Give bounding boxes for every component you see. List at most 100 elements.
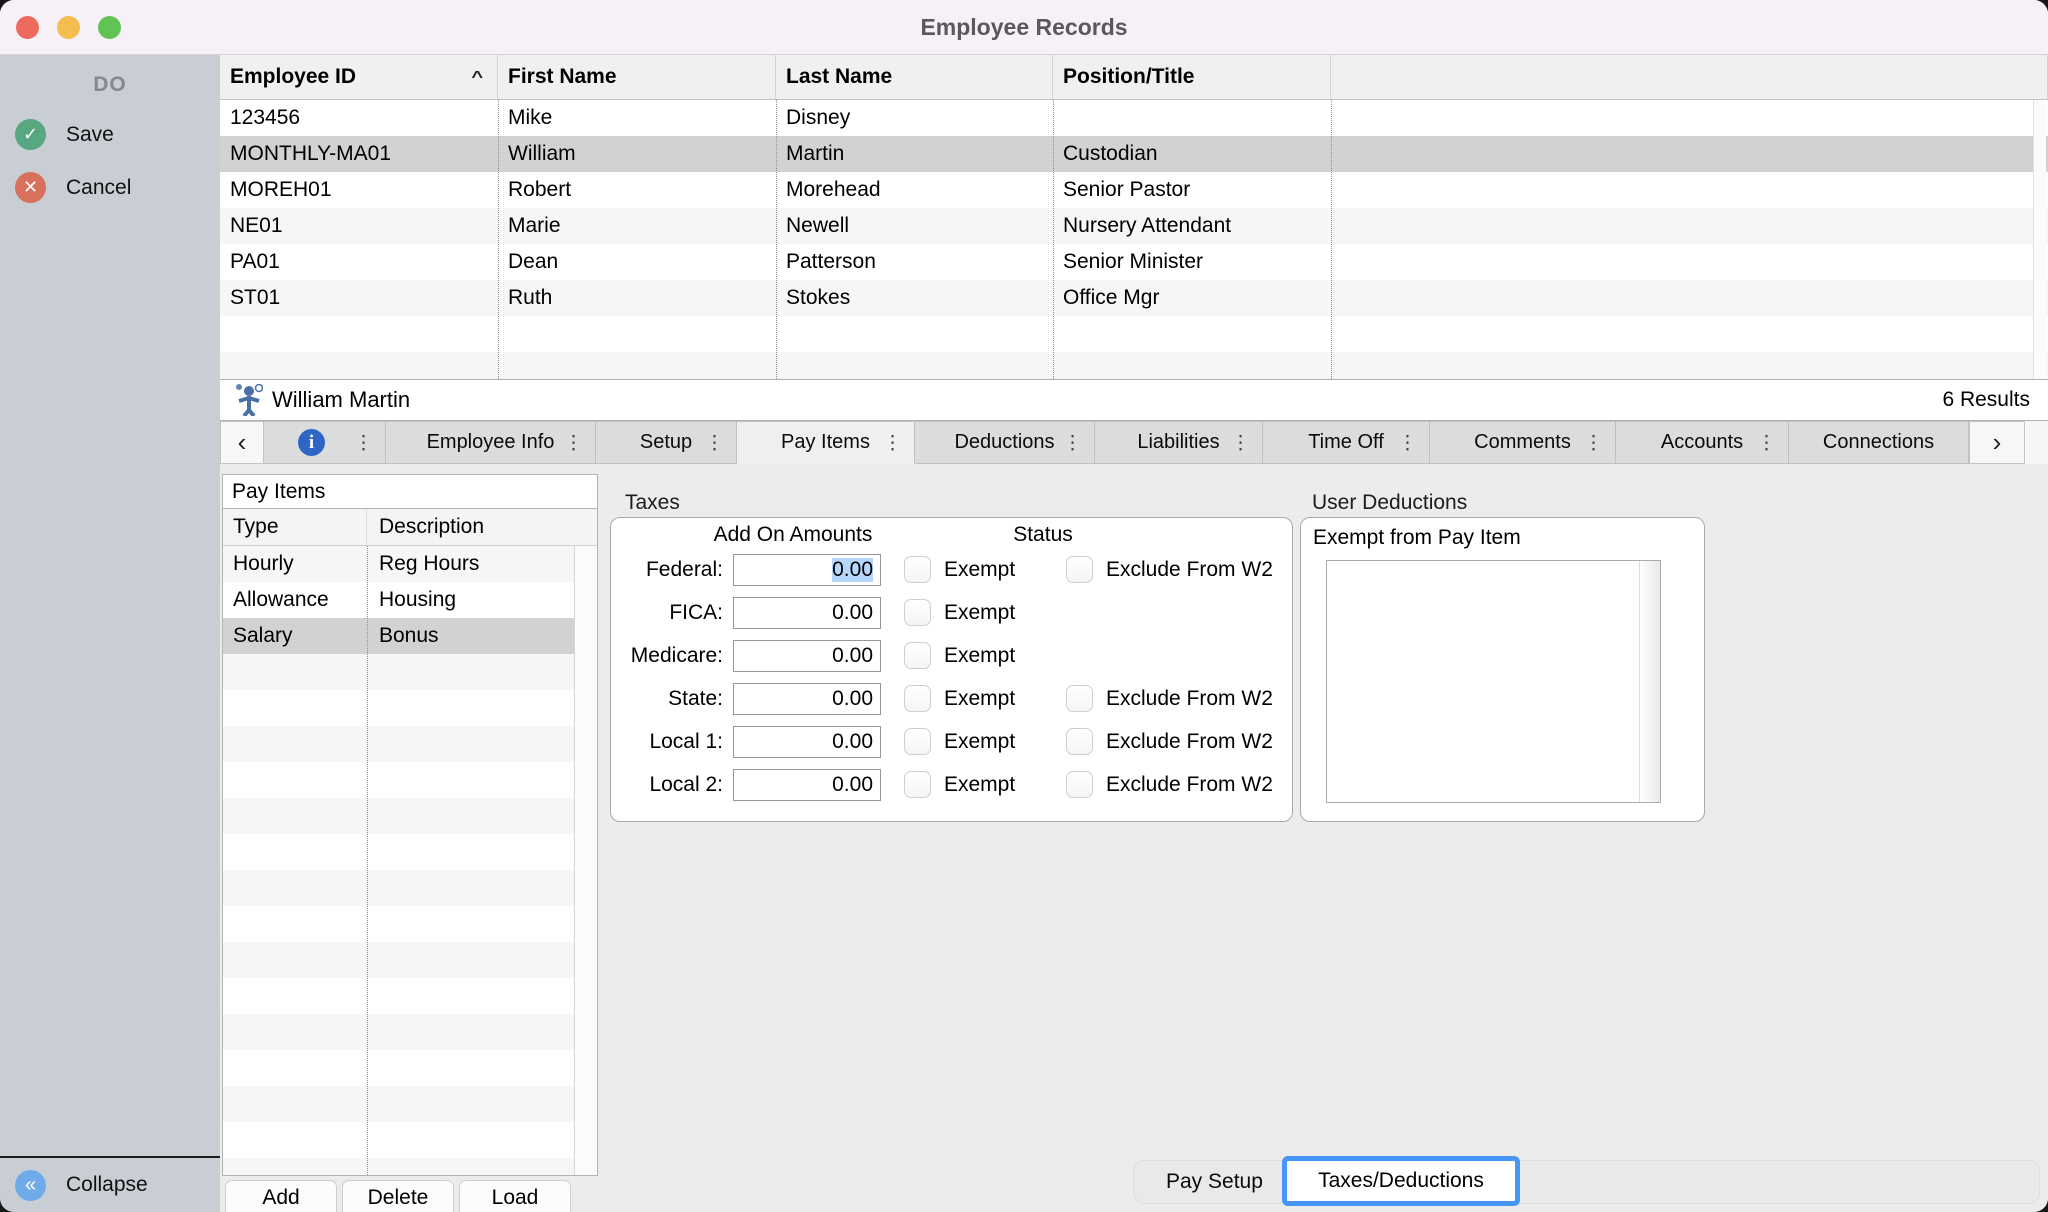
save-button[interactable]: ✓ Save bbox=[15, 119, 220, 150]
cell-description: Bonus bbox=[367, 618, 575, 654]
pay-item-row[interactable]: Allowance Housing bbox=[223, 582, 575, 618]
exempt-label: Exempt bbox=[944, 730, 1040, 754]
tab[interactable]: Setup ⋮ bbox=[596, 421, 737, 464]
exclude-from-w2-checkbox[interactable] bbox=[1066, 685, 1093, 712]
exempt-checkbox[interactable] bbox=[904, 599, 931, 626]
pay-item-action-button[interactable]: Delete bbox=[342, 1180, 454, 1212]
tab-menu-dots-icon[interactable]: ⋮ bbox=[1231, 431, 1250, 454]
employee-table-scrollbar[interactable] bbox=[2033, 100, 2046, 379]
cell-position-title: Custodian bbox=[1053, 136, 1331, 172]
tab[interactable]: Time Off ⋮ bbox=[1263, 421, 1430, 464]
tab-menu-dots-icon[interactable]: ⋮ bbox=[705, 431, 724, 454]
employee-row[interactable]: 123456 Mike Disney bbox=[220, 100, 2048, 136]
pay-item-action-button[interactable]: Add bbox=[225, 1180, 337, 1212]
amount-value: 0.00 bbox=[832, 601, 873, 625]
cell-first-name: Ruth bbox=[498, 280, 776, 316]
column-header-last-name[interactable]: Last Name bbox=[776, 55, 1053, 99]
cell-last-name: Patterson bbox=[776, 244, 1053, 280]
tab-info[interactable]: i ⋮ bbox=[264, 421, 386, 464]
results-count: 6 Results bbox=[1942, 388, 2030, 412]
window-title: Employee Records bbox=[0, 0, 2048, 54]
employee-row[interactable]: PA01 Dean Patterson Senior Minister bbox=[220, 244, 2048, 280]
employee-row[interactable]: MONTHLY-MA01 William Martin Custodian bbox=[220, 136, 2048, 172]
tax-name-label: Local 1: bbox=[611, 730, 723, 754]
add-on-amount-input[interactable]: 0.00 bbox=[733, 683, 881, 715]
cell-last-name: Stokes bbox=[776, 280, 1053, 316]
tab-menu-dots-icon[interactable]: ⋮ bbox=[354, 431, 373, 454]
collapse-label: Collapse bbox=[66, 1173, 148, 1197]
employee-row[interactable]: ST01 Ruth Stokes Office Mgr bbox=[220, 280, 2048, 316]
exempt-label: Exempt bbox=[944, 558, 1040, 582]
taxes-deductions-button[interactable]: Taxes/Deductions bbox=[1282, 1156, 1520, 1206]
exempt-checkbox[interactable] bbox=[904, 556, 931, 583]
add-on-amount-input[interactable]: 0.00 bbox=[733, 554, 881, 586]
pay-item-action-button[interactable]: Load bbox=[459, 1180, 571, 1212]
pay-items-tab-content: Pay Items Type Description Hourly Reg Ho… bbox=[220, 464, 2048, 1212]
column-header-employee-id[interactable]: Employee ID ^ bbox=[220, 55, 498, 99]
taxes-section-label: Taxes bbox=[625, 491, 680, 515]
exempt-label: Exempt bbox=[944, 773, 1040, 797]
pay-items-header: Type Description bbox=[223, 509, 597, 546]
pay-item-row[interactable]: Salary Bonus bbox=[223, 618, 575, 654]
tab[interactable]: Comments ⋮ bbox=[1430, 421, 1616, 464]
tax-rows: Federal: 0.00 Exempt Exclude From W2 FIC… bbox=[611, 548, 1292, 806]
tab-menu-dots-icon[interactable]: ⋮ bbox=[1063, 431, 1082, 454]
tax-row: State: 0.00 Exempt Exclude From W2 bbox=[611, 677, 1292, 720]
cell-employee-id: PA01 bbox=[220, 244, 498, 280]
tab-label: Deductions bbox=[954, 431, 1054, 454]
tab[interactable]: Accounts ⋮ bbox=[1616, 421, 1789, 464]
add-on-amount-input[interactable]: 0.00 bbox=[733, 769, 881, 801]
tab-strip: ‹ i ⋮ Employee Info ⋮ Setup ⋮ Pay Items … bbox=[220, 421, 2048, 464]
tabs-scroll-left-button[interactable]: ‹ bbox=[220, 421, 264, 464]
tab-menu-dots-icon[interactable]: ⋮ bbox=[883, 431, 902, 454]
cell-first-name: Robert bbox=[498, 172, 776, 208]
exempt-checkbox[interactable] bbox=[904, 771, 931, 798]
tab-menu-dots-icon[interactable]: ⋮ bbox=[1584, 431, 1603, 454]
tab-menu-dots-icon[interactable]: ⋮ bbox=[1398, 431, 1417, 454]
list-scrollbar[interactable] bbox=[1639, 561, 1660, 802]
tax-name-label: FICA: bbox=[611, 601, 723, 625]
collapse-button[interactable]: « Collapse bbox=[15, 1170, 148, 1201]
employee-row[interactable]: MOREH01 Robert Morehead Senior Pastor bbox=[220, 172, 2048, 208]
pay-setup-button[interactable]: Pay Setup bbox=[1166, 1170, 1263, 1194]
exclude-from-w2-checkbox[interactable] bbox=[1066, 728, 1093, 755]
tab[interactable]: Deductions ⋮ bbox=[915, 421, 1095, 464]
column-header-position-title[interactable]: Position/Title bbox=[1053, 55, 1331, 99]
pay-items-scrollbar[interactable] bbox=[574, 546, 597, 1175]
tab-label: Time Off bbox=[1308, 431, 1384, 454]
add-on-amounts-header: Add On Amounts bbox=[683, 523, 903, 547]
tabs-scroll-right-button[interactable]: › bbox=[1969, 421, 2025, 464]
tax-name-label: Medicare: bbox=[611, 644, 723, 668]
exclude-from-w2-checkbox[interactable] bbox=[1066, 771, 1093, 798]
tab-menu-dots-icon[interactable]: ⋮ bbox=[564, 431, 583, 454]
add-on-amount-input[interactable]: 0.00 bbox=[733, 726, 881, 758]
cancel-x-icon: ✕ bbox=[15, 172, 46, 203]
exempt-from-pay-item-list[interactable] bbox=[1326, 560, 1661, 803]
tab[interactable]: Employee Info ⋮ bbox=[386, 421, 596, 464]
exempt-checkbox[interactable] bbox=[904, 685, 931, 712]
tab-menu-dots-icon[interactable]: ⋮ bbox=[1757, 431, 1776, 454]
column-header-first-name[interactable]: First Name bbox=[498, 55, 776, 99]
column-header-description[interactable]: Description bbox=[367, 509, 597, 545]
exempt-checkbox[interactable] bbox=[904, 642, 931, 669]
cancel-button[interactable]: ✕ Cancel bbox=[15, 172, 220, 203]
column-header-type[interactable]: Type bbox=[223, 509, 367, 545]
exclude-from-w2-checkbox[interactable] bbox=[1066, 556, 1093, 583]
tab-label: Setup bbox=[640, 431, 692, 454]
exempt-label: Exempt bbox=[944, 687, 1040, 711]
app-window: Employee Records DO ✓ Save ✕ Cancel « Co… bbox=[0, 0, 2048, 1212]
add-on-amount-input[interactable]: 0.00 bbox=[733, 640, 881, 672]
cell-position-title: Senior Pastor bbox=[1053, 172, 1331, 208]
add-on-amount-input[interactable]: 0.00 bbox=[733, 597, 881, 629]
status-header: Status bbox=[933, 523, 1153, 547]
cell-employee-id: 123456 bbox=[220, 100, 498, 136]
tab[interactable]: Connections bbox=[1789, 421, 1969, 464]
cell-last-name: Newell bbox=[776, 208, 1053, 244]
exempt-checkbox[interactable] bbox=[904, 728, 931, 755]
employee-row[interactable]: NE01 Marie Newell Nursery Attendant bbox=[220, 208, 2048, 244]
tab[interactable]: Liabilities ⋮ bbox=[1095, 421, 1263, 464]
tab[interactable]: Pay Items ⋮ bbox=[737, 421, 915, 464]
amount-value: 0.00 bbox=[832, 558, 873, 582]
pay-item-row[interactable]: Hourly Reg Hours bbox=[223, 546, 575, 582]
save-check-icon: ✓ bbox=[15, 119, 46, 150]
